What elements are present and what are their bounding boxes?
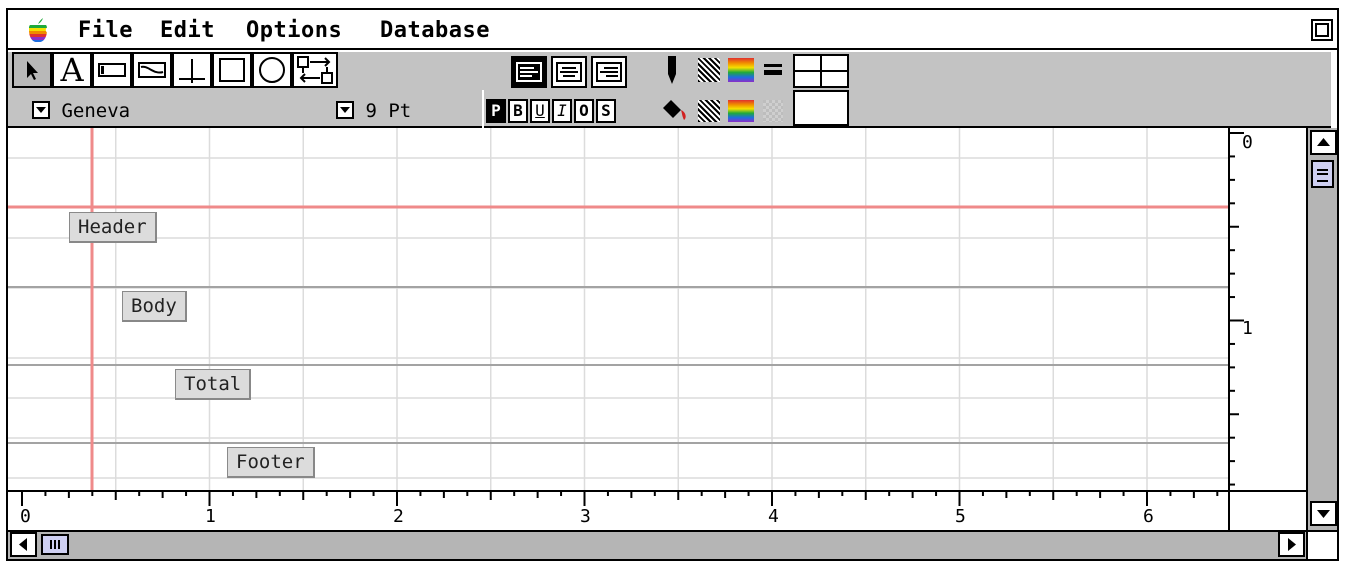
rectangle-icon	[219, 58, 245, 82]
align-right-button[interactable]	[591, 56, 627, 88]
hruler-label-3: 3	[580, 506, 591, 527]
line-tool-button[interactable]	[172, 52, 212, 88]
menu-options[interactable]: Options	[246, 18, 342, 43]
flow-arrows-icon	[297, 56, 333, 84]
zoom-box-button[interactable]	[1311, 19, 1333, 41]
layout-canvas[interactable]: Header Body Total Footer	[8, 128, 1228, 490]
arrow-right-icon	[1288, 538, 1296, 551]
pointer-tool-button[interactable]	[12, 52, 52, 88]
menu-edit[interactable]: Edit	[160, 18, 215, 43]
line-icon	[179, 59, 205, 83]
hruler-label-1: 1	[205, 506, 216, 527]
rectangle-tool-button[interactable]	[212, 52, 252, 88]
horizontal-ruler: 0 1 2 3 4 5 6	[8, 490, 1228, 530]
graphic-field-tool-button[interactable]	[132, 52, 172, 88]
align-right-icon	[596, 62, 622, 82]
borders-icon	[795, 56, 847, 86]
shadow-pattern-swatch[interactable]	[763, 100, 783, 122]
hruler-label-0: 0	[20, 506, 31, 527]
vertical-scroll-thumb[interactable]	[1311, 160, 1334, 188]
field-tool-button[interactable]	[92, 52, 132, 88]
field-rect-icon	[98, 63, 126, 77]
scroll-right-button[interactable]	[1278, 532, 1305, 557]
size-selector[interactable]: 9 Pt	[336, 100, 411, 122]
vruler-label-0: 0	[1242, 132, 1253, 153]
align-center-icon	[556, 62, 582, 82]
fill-color-swatch[interactable]	[728, 100, 754, 122]
style-shadow-button[interactable]: S	[596, 99, 616, 123]
section-tab-total[interactable]: Total	[175, 369, 252, 400]
scroll-down-button[interactable]	[1310, 501, 1337, 526]
text-tool-icon: A	[60, 51, 84, 89]
arrow-down-icon	[1317, 510, 1330, 518]
section-tab-header[interactable]: Header	[69, 212, 157, 243]
ruler-corner	[1228, 490, 1306, 530]
menu-bar: File Edit Options Database	[8, 10, 1337, 50]
graphic-field-icon	[138, 62, 166, 78]
line-width-icon	[764, 64, 782, 75]
apple-menu-icon[interactable]	[27, 17, 49, 43]
flow-tool-button[interactable]	[292, 52, 338, 88]
align-left-button[interactable]	[511, 56, 547, 88]
layout-grid	[8, 128, 1228, 490]
style-bold-button[interactable]: B	[508, 99, 528, 123]
horizontal-scrollbar[interactable]	[8, 530, 1306, 559]
hruler-label-2: 2	[393, 506, 404, 527]
line-width-button[interactable]	[762, 58, 784, 82]
oval-icon	[259, 57, 285, 83]
border-grid-button[interactable]	[793, 54, 849, 88]
vertical-ruler-ticks	[1230, 132, 1244, 486]
toolbar: A Geneva 9 Pt P B U I O S	[8, 52, 1331, 128]
align-center-button[interactable]	[551, 56, 587, 88]
scroll-up-button[interactable]	[1310, 130, 1337, 155]
shadow-box-button[interactable]	[793, 90, 849, 126]
arrow-pointer-icon	[27, 61, 38, 80]
style-underline-button[interactable]: U	[530, 99, 550, 123]
hruler-label-6: 6	[1143, 506, 1154, 527]
pen-pattern-button[interactable]	[662, 54, 682, 88]
divider	[482, 90, 484, 128]
hruler-label-4: 4	[768, 506, 779, 527]
vertical-scrollbar[interactable]	[1306, 128, 1337, 530]
size-dropdown-icon	[336, 101, 354, 119]
menu-database[interactable]: Database	[380, 18, 490, 43]
style-outline-button[interactable]: O	[574, 99, 594, 123]
fill-pattern-swatch[interactable]	[698, 100, 720, 122]
pen-icon	[668, 56, 676, 84]
arrow-up-icon	[1317, 138, 1330, 146]
font-selector[interactable]: Geneva	[32, 100, 130, 122]
thumb-grip-icon	[50, 540, 60, 549]
pen-color-swatch[interactable]	[728, 58, 754, 82]
pen-pattern-swatch[interactable]	[698, 58, 720, 82]
hruler-label-5: 5	[955, 506, 966, 527]
horizontal-scroll-thumb[interactable]	[41, 534, 69, 555]
horizontal-ruler-ticks	[21, 492, 1219, 506]
text-tool-button[interactable]: A	[52, 52, 92, 88]
style-plain-button[interactable]: P	[486, 99, 506, 123]
section-tab-footer[interactable]: Footer	[227, 447, 315, 478]
vruler-label-1: 1	[1242, 318, 1253, 339]
section-tab-body[interactable]: Body	[122, 291, 187, 322]
menu-file[interactable]: File	[78, 18, 133, 43]
oval-tool-button[interactable]	[252, 52, 292, 88]
paint-bucket-icon	[663, 100, 686, 120]
vertical-ruler: 0 1	[1228, 128, 1306, 490]
fill-bucket-button[interactable]	[660, 98, 688, 124]
font-name: Geneva	[61, 100, 131, 122]
align-left-icon	[516, 62, 542, 82]
font-dropdown-icon	[32, 101, 50, 119]
arrow-left-icon	[19, 538, 27, 551]
font-size: 9 Pt	[365, 100, 412, 122]
grow-box[interactable]	[1306, 530, 1337, 559]
scroll-left-button[interactable]	[10, 532, 37, 557]
style-italic-button[interactable]: I	[552, 99, 572, 123]
